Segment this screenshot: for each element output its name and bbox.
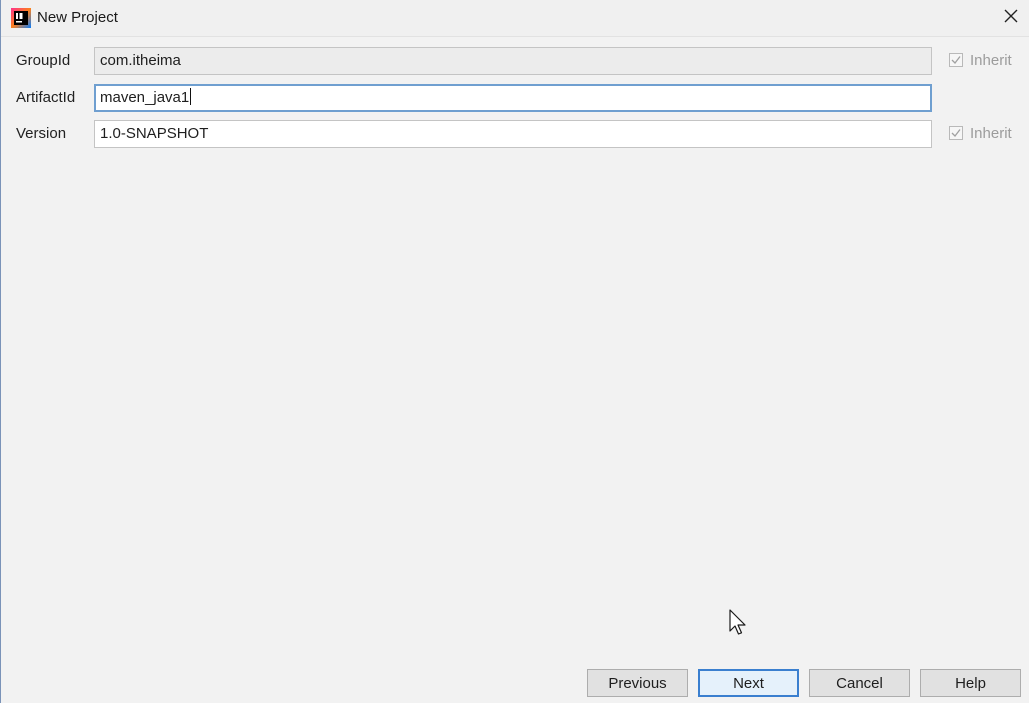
group-id-field[interactable]: com.itheima: [94, 47, 932, 75]
mouse-pointer-icon: [728, 609, 748, 637]
intellij-idea-icon: [11, 8, 31, 28]
new-project-dialog: New Project GroupId com.itheima Inherit …: [0, 0, 1029, 703]
help-button[interactable]: Help: [920, 669, 1021, 697]
group-id-inherit-checkbox[interactable]: Inherit: [949, 50, 1012, 70]
artifact-id-label: ArtifactId: [16, 89, 76, 106]
title-bar: New Project: [1, 0, 1029, 37]
checkbox-checked: [949, 53, 963, 67]
close-icon: [1004, 9, 1018, 27]
version-label: Version: [16, 125, 67, 142]
version-inherit-checkbox[interactable]: Inherit: [949, 123, 1012, 143]
checkbox-checked: [949, 126, 963, 140]
version-inherit-label: Inherit: [970, 124, 1012, 142]
cancel-button[interactable]: Cancel: [809, 669, 910, 697]
group-id-label: GroupId: [16, 52, 71, 69]
version-field[interactable]: 1.0-SNAPSHOT: [94, 120, 932, 148]
artifact-id-field[interactable]: maven_java1: [94, 84, 932, 112]
previous-button[interactable]: Previous: [587, 669, 688, 697]
artifact-id-value: maven_java1: [100, 89, 190, 106]
close-button[interactable]: [999, 6, 1023, 30]
window-title: New Project: [37, 9, 118, 26]
group-id-inherit-label: Inherit: [970, 51, 1012, 69]
next-button[interactable]: Next: [698, 669, 799, 697]
text-caret: [190, 88, 192, 105]
